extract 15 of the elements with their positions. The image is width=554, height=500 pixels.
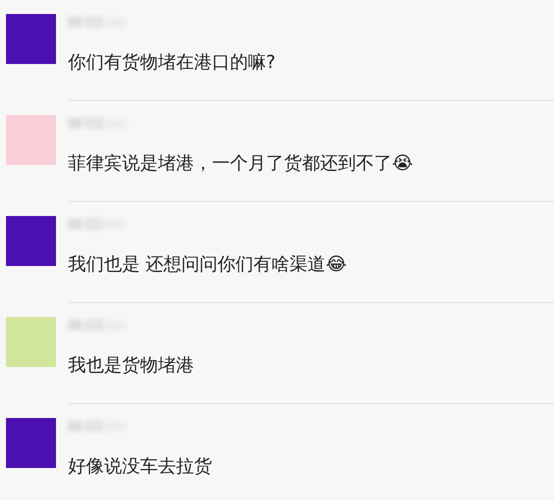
comment-text: 你们有货物堵在港口的嘛? <box>68 51 277 74</box>
blurred-name-drawing <box>68 115 128 131</box>
avatar[interactable] <box>6 216 56 266</box>
blurred-name-drawing <box>68 418 128 434</box>
blurred-name-drawing <box>68 216 128 232</box>
blurred-name-drawing <box>68 14 128 30</box>
comment-text: 好像说没车去拉货 <box>68 455 213 478</box>
avatar[interactable] <box>6 115 56 165</box>
blurred-name-drawing <box>68 317 128 333</box>
comment-text: 我也是货物堵港 <box>68 354 195 377</box>
avatar[interactable] <box>6 317 56 367</box>
avatar[interactable] <box>6 418 56 468</box>
comment-text: 我们也是 还想问问你们有啥渠道😂 <box>68 253 348 276</box>
comment-text: 菲律宾说是堵港，一个月了货都还到不了😭 <box>68 152 414 175</box>
avatar[interactable] <box>6 14 56 64</box>
